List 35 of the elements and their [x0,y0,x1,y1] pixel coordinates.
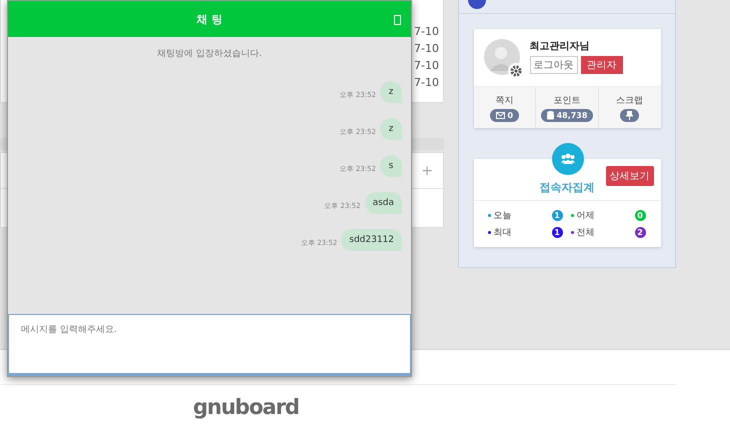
message-bubble: z [380,118,402,140]
message-bubble: s [380,155,402,177]
memo-badge[interactable]: 0 [490,109,520,122]
message-bubble: sdd23112 [341,229,402,251]
logout-button[interactable]: 로그아웃 [530,56,578,74]
message-bubble: asda [364,192,402,214]
count-badge: 1 [552,227,562,238]
user-name: 최고관리자님 [530,40,590,53]
point-badge[interactable]: 48,738 [540,109,594,122]
post-date: 7-10 [414,76,439,90]
count-badge: 1 [552,210,562,221]
stat-label: 쪽지 [495,95,514,107]
message-input[interactable]: 메시지를 입력해주세요. [8,314,411,376]
chat-title: 채 팅 [196,12,222,26]
count-badge: 2 [634,227,646,238]
admin-button[interactable]: 관리자 [580,56,622,74]
visitor-title: 접속자집계 [540,180,594,196]
detail-button[interactable]: 상세보기 [606,166,654,186]
scrap-badge[interactable] [620,109,640,122]
system-message: 채팅방에 입장하셨습니다. [157,48,262,60]
stat-label: 최대 [494,227,512,239]
stat-label: 오늘 [494,210,512,222]
avatar-icon [484,39,520,75]
post-date: 7-10 [414,59,439,73]
stat-label: 포인트 [554,95,580,107]
count-badge: 0 [634,210,646,221]
stat-label: 스크랩 [616,95,644,107]
stat-label: 전체 [576,227,596,239]
post-date: 7-10 [414,25,439,39]
message-bubble: z [380,81,402,103]
close-icon[interactable] [394,15,401,25]
add-link[interactable]: + [421,162,433,178]
logo[interactable]: gnuboard [193,395,299,419]
stat-label: 어제 [576,210,596,222]
post-date: 7-10 [414,42,439,56]
